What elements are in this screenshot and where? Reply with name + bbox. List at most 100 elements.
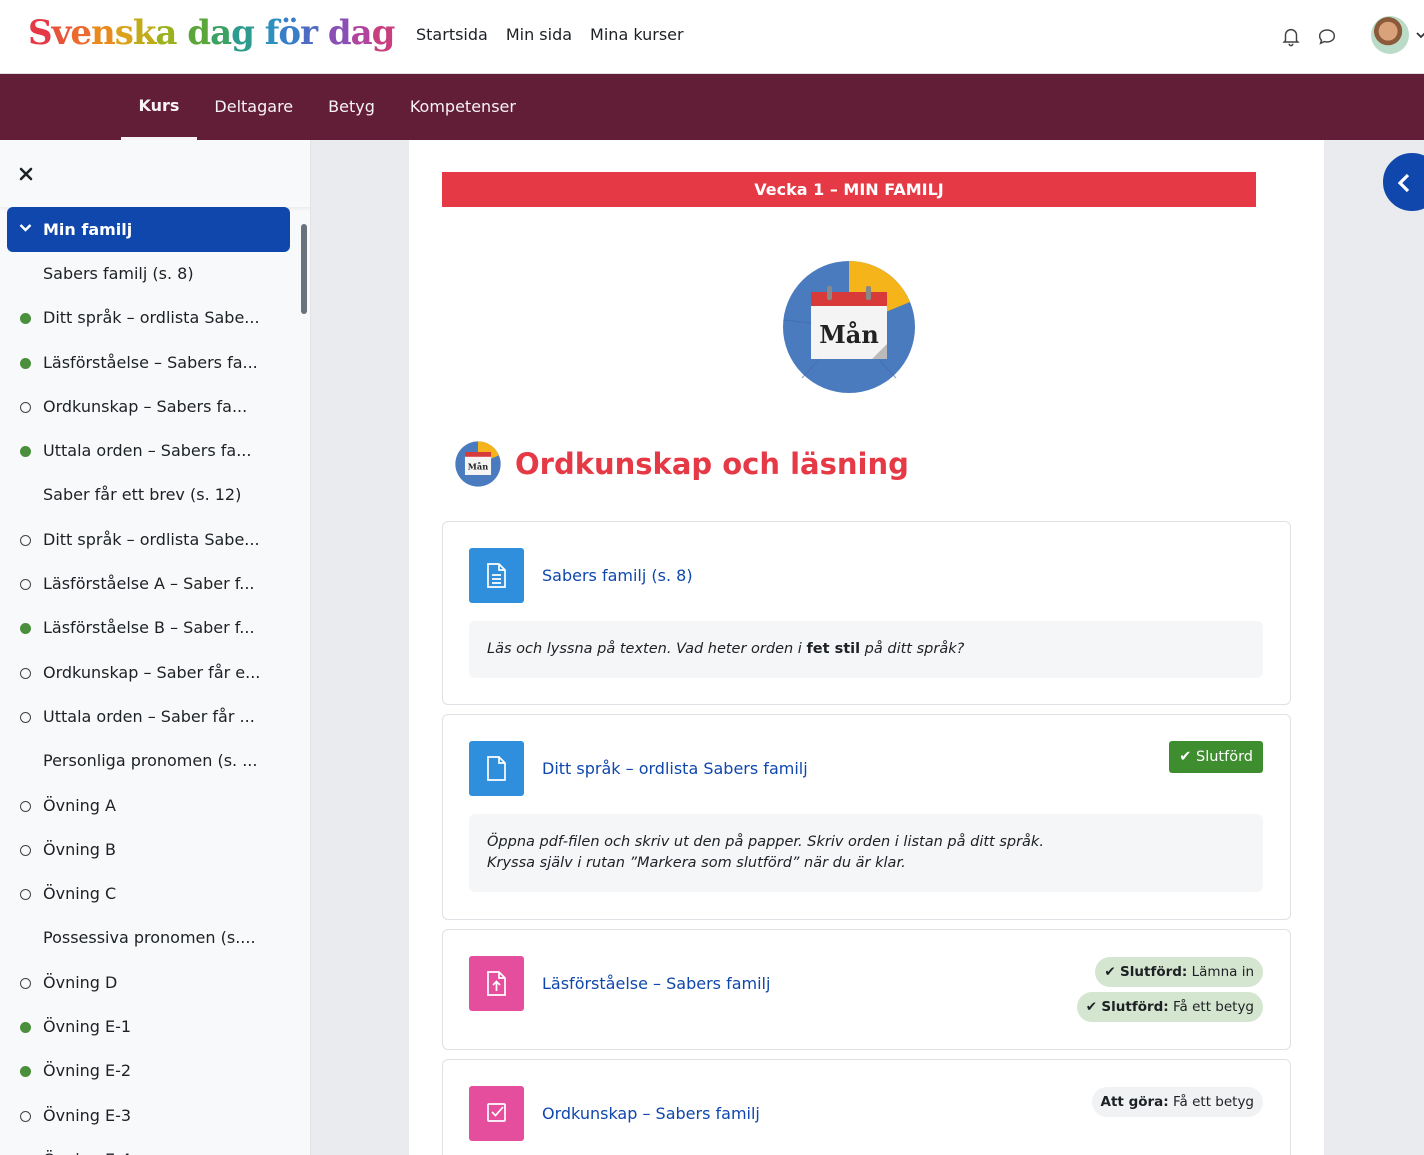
course-index-item[interactable]: Sabers familj (s. 8) [0, 252, 300, 296]
nav-mina-kurser[interactable]: Mina kurser [581, 24, 693, 46]
logo-letter: g [371, 13, 396, 53]
user-area [1244, 16, 1424, 56]
course-index-item[interactable]: Övning E-4 [0, 1138, 300, 1155]
completed-dot-icon [20, 1022, 31, 1034]
course-index-item[interactable]: Ordkunskap – Sabers fa... [0, 385, 300, 429]
course-index-item[interactable]: Övning A [0, 784, 300, 828]
tab-deltagare[interactable]: Deltagare [197, 74, 311, 140]
completion-status-badge: ✔ Slutförd: Få ett betyg [1076, 992, 1263, 1022]
course-index-item-label: Övning B [43, 839, 117, 859]
section-min-familj[interactable]: Min familj [7, 207, 290, 252]
course-index-item[interactable]: Personliga pronomen (s. ... [0, 739, 300, 783]
course-index-item-label: Saber får ett brev (s. 12) [43, 485, 242, 505]
incomplete-dot-icon [20, 1110, 31, 1122]
course-index-item-label: Personliga pronomen (s. ... [43, 751, 258, 771]
completion-button[interactable]: ✔ Slutförd [1169, 741, 1263, 773]
course-index-item-label: Övning D [43, 972, 118, 992]
course-index-item-label: Ordkunskap – Sabers fa... [43, 396, 248, 416]
avatar[interactable] [1371, 16, 1409, 54]
incomplete-dot-icon [20, 844, 31, 856]
course-index-item-label: Övning E-1 [43, 1017, 132, 1037]
course-index-item-label: Ditt språk – ordlista Sabe... [43, 308, 260, 328]
incomplete-dot-icon [20, 401, 31, 413]
open-block-drawer-button[interactable] [1381, 151, 1424, 213]
course-index-item-label: Övning C [43, 884, 117, 904]
course-nav-bar: Kurs Deltagare Betyg Kompetenser [0, 74, 1424, 140]
course-index-item[interactable]: Uttala orden – Saber får ... [0, 695, 300, 739]
completed-dot-icon [20, 1066, 31, 1078]
drawer-scrollbar[interactable] [301, 224, 307, 314]
logo-letter [176, 13, 187, 53]
course-index-item-label: Övning A [43, 795, 116, 815]
course-index-item[interactable]: Övning E-1 [0, 1005, 300, 1049]
section-title: Ordkunskap och läsning [515, 447, 909, 481]
course-index-item-label: Ditt språk – ordlista Sabe... [43, 529, 260, 549]
course-index-item-label: Sabers familj (s. 8) [43, 264, 194, 283]
nav-min-sida[interactable]: Min sida [497, 24, 581, 46]
calendar-label: Mån [819, 320, 879, 349]
logo-letter: r [300, 13, 318, 53]
site-logo[interactable]: Svenska dag för dag [28, 13, 396, 53]
close-icon[interactable] [18, 166, 34, 182]
top-navbar: Svenska dag för dag Startsida Min sida M… [0, 0, 1424, 74]
chevron-down-icon [19, 224, 32, 232]
incomplete-dot-icon [20, 579, 31, 591]
logo-letter: a [350, 13, 373, 53]
nav-startsida[interactable]: Startsida [407, 24, 497, 46]
logo-letter [254, 13, 265, 53]
course-index-item[interactable]: Ordkunskap – Saber får e... [0, 651, 300, 695]
activity-link[interactable]: Sabers familj (s. 8) [542, 566, 693, 585]
activity-link[interactable]: Ditt språk – ordlista Sabers familj [542, 759, 808, 778]
course-index-item[interactable]: Läsförståelse – Sabers fa... [0, 341, 300, 385]
calendar-icon: Mån [783, 261, 915, 393]
logo-letter: g [231, 13, 255, 53]
course-index-item[interactable]: Ditt språk – ordlista Sabe... [0, 518, 300, 562]
completion-status-badge: Att göra: Få ett betyg [1091, 1087, 1263, 1117]
incomplete-dot-icon [20, 889, 31, 901]
logo-letter: d [187, 13, 211, 53]
course-index-item[interactable]: Övning D [0, 961, 300, 1005]
activity-link[interactable]: Ordkunskap – Sabers familj [542, 1104, 760, 1123]
section-title: Min familj [43, 220, 133, 239]
course-index-item-label: Läsförståelse – Sabers fa... [43, 352, 258, 372]
course-index-item[interactable]: Uttala orden – Sabers fa... [0, 429, 300, 473]
file-icon[interactable] [469, 741, 524, 796]
completion-status-badge: ✔ Slutförd: Lämna in [1095, 957, 1263, 987]
logo-letter: a [210, 13, 232, 53]
incomplete-dot-icon [20, 800, 31, 812]
tab-kurs[interactable]: Kurs [121, 74, 197, 140]
logo-letter: f [264, 13, 280, 53]
course-index-item[interactable]: Övning E-3 [0, 1094, 300, 1138]
course-index-item[interactable]: Läsförståelse A – Saber f... [0, 562, 300, 606]
course-index-item[interactable]: Övning C [0, 872, 300, 916]
page-icon[interactable] [469, 548, 524, 603]
course-index-item[interactable]: Övning B [0, 828, 300, 872]
incomplete-dot-icon [20, 534, 31, 546]
completed-dot-icon [20, 623, 31, 635]
checkbox-icon[interactable] [469, 1086, 524, 1141]
logo-letter: s [114, 13, 134, 53]
calendar-icon: Mån [455, 441, 501, 487]
chat-bubble-icon[interactable] [1316, 25, 1338, 47]
incomplete-dot-icon [20, 977, 31, 989]
activity-link[interactable]: Läsförståelse – Sabers familj [542, 974, 770, 993]
course-index-item[interactable]: Saber får ett brev (s. 12) [0, 473, 300, 517]
course-index-item[interactable]: Läsförståelse B – Saber f... [0, 606, 300, 650]
bell-icon[interactable] [1280, 25, 1302, 47]
tab-kompetenser[interactable]: Kompetenser [392, 74, 533, 140]
chevron-down-icon[interactable] [1416, 30, 1424, 40]
check-icon: ✔ [1179, 749, 1192, 765]
completed-dot-icon [20, 357, 31, 369]
activity-description: Läs och lyssna på texten. Vad heter orde… [469, 621, 1263, 678]
tab-betyg[interactable]: Betyg [311, 74, 393, 140]
course-index-item[interactable]: Ditt språk – ordlista Sabe... [0, 296, 300, 340]
course-index-list: Sabers familj (s. 8) Ditt språk – ordlist… [0, 252, 300, 1155]
course-index-item[interactable]: Övning E-2 [0, 1049, 300, 1093]
course-index-item-label: Uttala orden – Saber får ... [43, 706, 255, 726]
activity-card: Sabers familj (s. 8) Läs och lyssna på t… [442, 521, 1291, 705]
upload-file-icon[interactable] [469, 956, 524, 1011]
logo-letter: v [51, 13, 72, 53]
course-index-item[interactable]: Possessiva pronomen (s.... [0, 916, 300, 960]
course-index-item-label: Övning E-4 [43, 1150, 131, 1155]
drawer-header [0, 140, 310, 207]
